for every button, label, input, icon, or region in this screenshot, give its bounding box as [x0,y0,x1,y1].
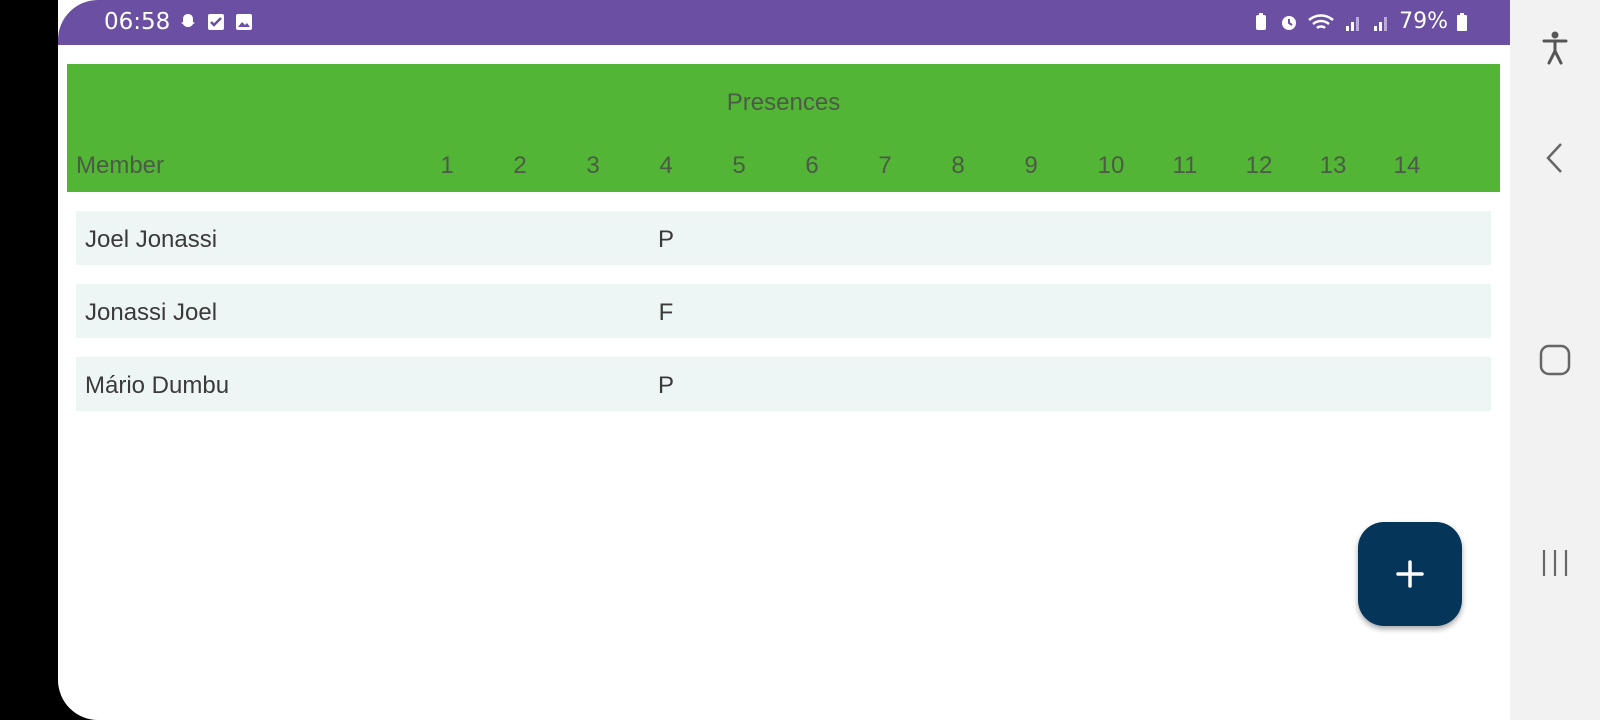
image-icon [236,14,252,30]
table-title: Presences [726,89,841,116]
session-column-header: 5 [732,152,746,179]
session-column-header: 9 [1024,152,1038,179]
session-column-header: 12 [1245,152,1273,179]
battery-percentage: 79% [1399,9,1448,34]
table-row[interactable]: Jonassi Joel F [76,284,1491,338]
session-column-header: 1 [440,152,454,179]
session-column-header: 7 [878,152,892,179]
session-column-header: 14 [1393,152,1421,179]
notification-icons [178,12,254,32]
member-name: Mário Dumbu [85,372,230,399]
accessibility-icon [1542,31,1568,65]
member-column-header: Member [76,152,165,179]
session-column-header: 11 [1172,152,1198,179]
status-bar: 06:58 79% [58,0,1510,45]
session-column-header: 4 [659,152,673,179]
accessibility-button[interactable] [1535,28,1575,68]
checkbox-icon [208,14,224,30]
session-column-header: 13 [1319,152,1347,179]
presence-mark[interactable]: P [646,372,686,400]
member-name: Joel Jonassi [85,226,218,253]
alarm-icon [1282,15,1297,30]
battery-saver-icon [1256,12,1267,30]
session-column-header: 3 [586,152,600,179]
table-row[interactable]: Mário Dumbu P [76,357,1491,411]
battery-icon [1457,12,1467,31]
add-button[interactable] [1358,522,1462,626]
session-column-header: 2 [513,152,527,179]
table-row[interactable]: Joel Jonassi P [76,211,1491,265]
app-screen: 06:58 79% Presences Member 1 2 3 4 5 6 7… [58,0,1510,720]
status-time: 06:58 [104,9,171,35]
session-column-header: 10 [1097,152,1125,179]
presence-mark[interactable]: P [646,226,686,254]
presence-mark[interactable]: F [646,299,686,327]
home-icon [1539,344,1571,376]
presence-table-header: Presences Member 1 2 3 4 5 6 7 8 9 10 11… [67,64,1500,192]
back-icon [1546,143,1562,173]
session-column-header: 8 [951,152,965,179]
recents-button[interactable] [1535,543,1575,583]
signal-icon [1374,16,1388,31]
recents-icon [1542,550,1568,576]
wifi-icon [1308,13,1334,29]
session-column-header: 6 [805,152,819,179]
snapchat-icon [181,14,195,27]
plus-icon [1396,560,1424,588]
home-button[interactable] [1535,340,1575,380]
system-nav-bar [1510,0,1600,720]
member-name: Jonassi Joel [85,299,218,326]
signal-icon [1346,16,1360,31]
system-status: 79% [1251,9,1468,34]
back-button[interactable] [1535,138,1575,178]
